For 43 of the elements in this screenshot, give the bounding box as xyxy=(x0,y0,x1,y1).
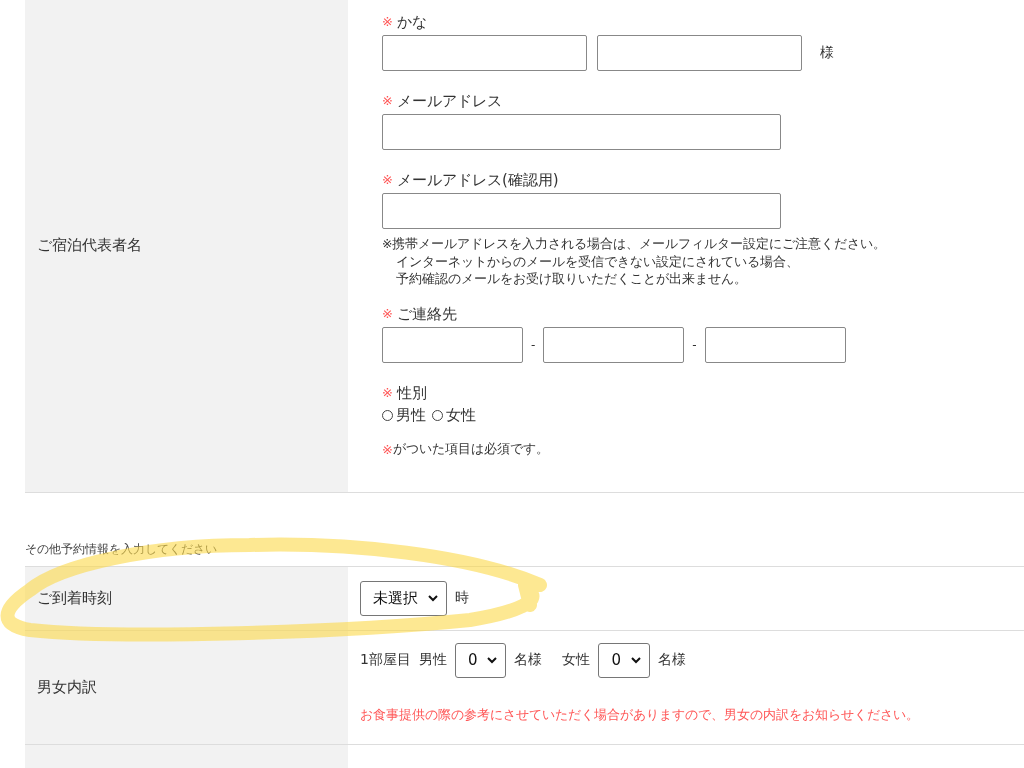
notice-text: ※携帯メールアドレスを入力される場合は、メールフィルター設定にご注意ください。 xyxy=(382,235,888,253)
required-mark: ※ xyxy=(382,13,393,31)
required-mark: ※ xyxy=(382,441,393,457)
suffix-label: 名様 xyxy=(514,651,543,669)
suffix-label: 様 xyxy=(820,44,834,62)
text-input[interactable] xyxy=(382,114,781,150)
suffix-label: 名様 xyxy=(658,651,686,669)
field-label: メールアドレス xyxy=(396,91,502,111)
radio-label: 男性 xyxy=(396,405,426,425)
separator: - xyxy=(692,337,697,352)
text-input[interactable] xyxy=(382,326,523,363)
field-label: 男性 xyxy=(418,651,447,669)
notice-text: インターネットからのメールを受信できない設定にされている場合、 xyxy=(395,252,800,270)
suffix-label: 時 xyxy=(455,589,469,607)
field-label: 性別 xyxy=(396,382,427,403)
text-input[interactable] xyxy=(543,326,685,363)
required-mark: ※ xyxy=(382,171,393,189)
required-note: がついた項目は必須です。 xyxy=(392,440,549,458)
text-input[interactable] xyxy=(382,35,587,71)
dropdown-select[interactable]: 0 xyxy=(454,642,507,678)
field-label: かな xyxy=(396,12,427,32)
radio-label: 女性 xyxy=(446,405,476,425)
field-label: メールアドレス(確認用) xyxy=(396,170,559,190)
text-input[interactable] xyxy=(704,326,846,363)
separator: - xyxy=(531,337,536,352)
field-label: ご連絡先 xyxy=(396,303,457,324)
required-mark: ※ xyxy=(382,92,393,110)
notice-text: 予約確認のメールをお受け取りいただくことが出来ません。 xyxy=(395,270,748,288)
dropdown-select[interactable]: 未選択 xyxy=(360,580,447,616)
row-label: ご到着時刻 xyxy=(25,566,348,630)
required-mark: ※ xyxy=(382,383,393,402)
caret-icon xyxy=(631,656,641,664)
text-input[interactable] xyxy=(382,193,781,229)
note-text: お食事提供の際の参考にさせていただく場合がありますので、男女の内訳をお知らせください。 xyxy=(360,705,920,724)
required-mark: ※ xyxy=(382,304,393,323)
caret-icon xyxy=(428,594,438,602)
text-input[interactable] xyxy=(597,35,802,71)
dropdown-select[interactable]: 0 xyxy=(598,642,650,678)
room-label: 1部屋目 xyxy=(360,651,411,669)
caret-icon xyxy=(487,656,498,664)
field-label: 女性 xyxy=(562,651,591,669)
row-label: 男女内訳 xyxy=(25,630,348,744)
row-label: ご宿泊代表者名 xyxy=(25,0,348,492)
